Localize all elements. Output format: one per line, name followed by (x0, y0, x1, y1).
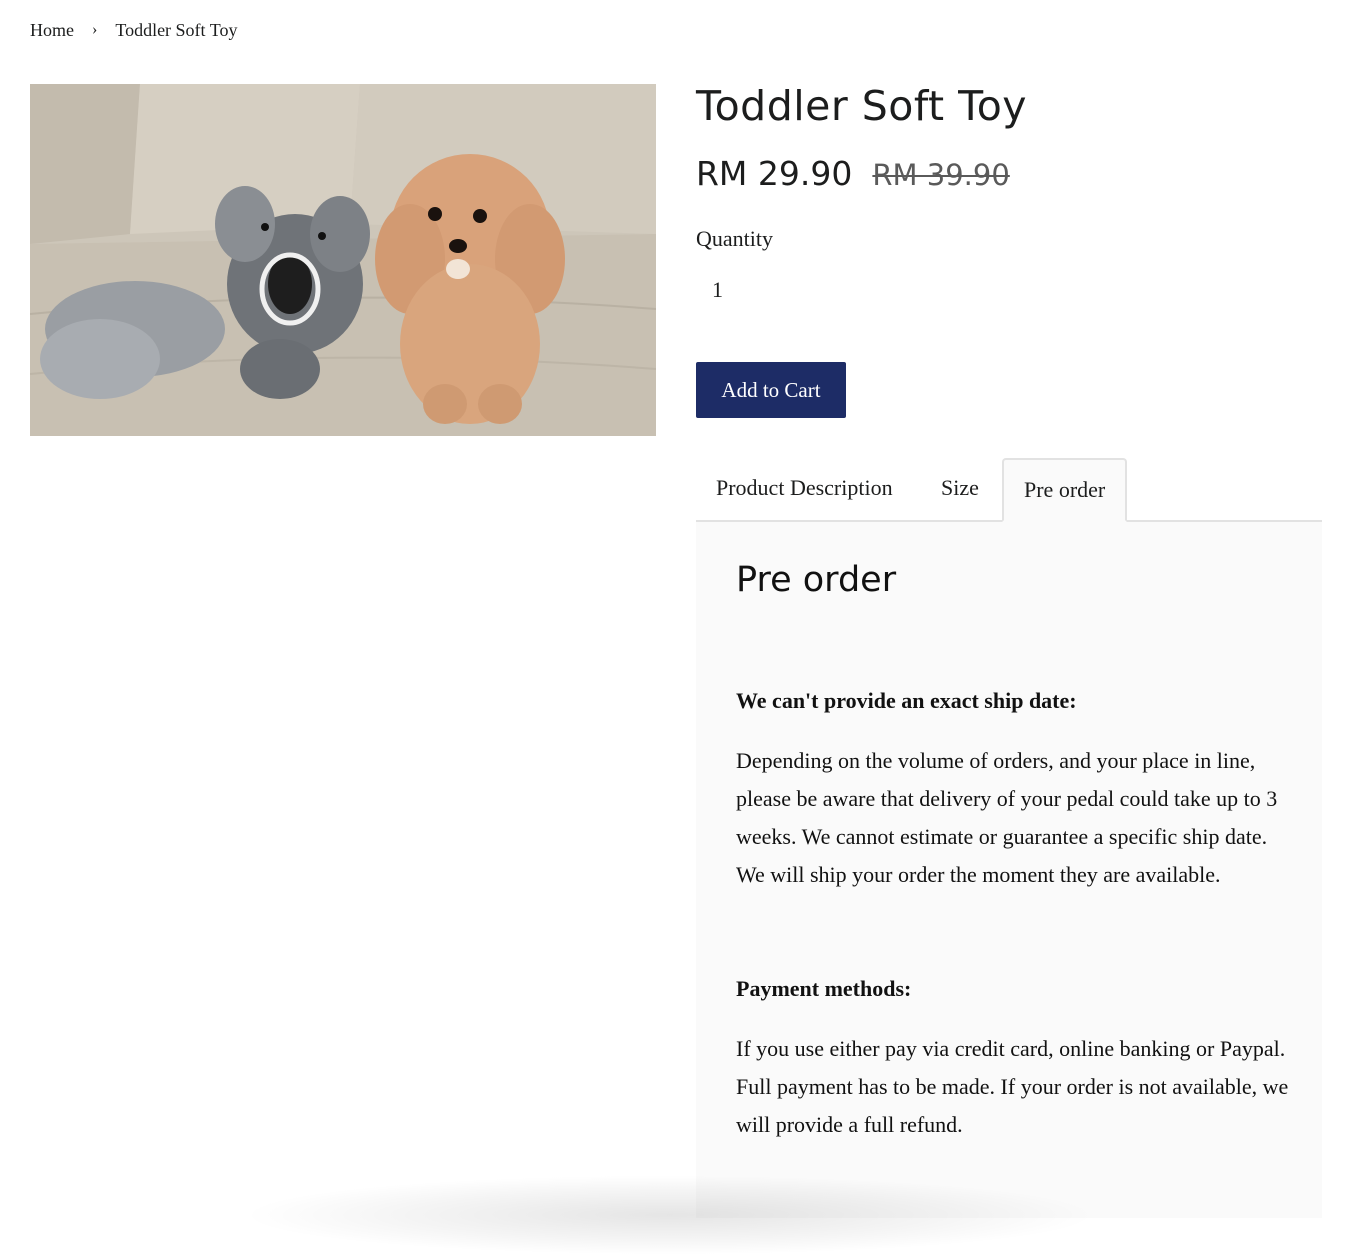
add-to-cart-button[interactable]: Add to Cart (696, 362, 846, 418)
product-price: RM 29.90 (696, 154, 853, 193)
panel-heading: Pre order (736, 560, 897, 600)
product-tabs: Product Description Size Pre order (696, 458, 1322, 522)
product-image[interactable] (30, 84, 656, 436)
tab-size[interactable]: Size (921, 458, 999, 522)
product-photo (30, 84, 656, 436)
chevron-right-icon: › (92, 20, 98, 38)
breadcrumb-current: Toddler Soft Toy (115, 20, 238, 40)
breadcrumb-home-link[interactable]: Home (30, 20, 74, 41)
product-title: Toddler Soft Toy (696, 82, 1028, 130)
quantity-input[interactable] (696, 270, 776, 310)
ship-date-heading: We can't provide an exact ship date: (736, 688, 1077, 713)
quantity-label: Quantity (696, 226, 773, 251)
ship-date-text: Depending on the volume of orders, and y… (736, 748, 1278, 887)
breadcrumb: Home › Toddler Soft Toy (30, 20, 237, 41)
price-row: RM 29.90 RM 39.90 (696, 154, 1010, 193)
tab-product-description[interactable]: Product Description (696, 458, 913, 522)
tab-panel-pre-order: Pre order We can't provide an exact ship… (696, 522, 1322, 1218)
compare-at-price: RM 39.90 (872, 158, 1010, 192)
tab-pre-order[interactable]: Pre order (1002, 458, 1128, 522)
payment-methods-text: If you use either pay via credit card, o… (736, 1036, 1289, 1137)
payment-methods-heading: Payment methods: (736, 976, 912, 1001)
